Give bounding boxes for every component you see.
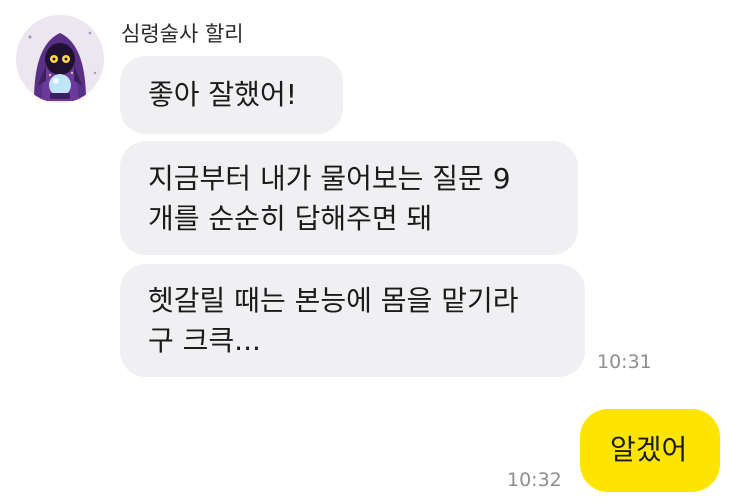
message-text: 구 크큭... (148, 324, 261, 357)
message-text: 지금부터 내가 물어보는 질문 9 (148, 162, 511, 195)
incoming-timestamp: 10:31 (597, 351, 652, 373)
message-text: 헷갈릴 때는 본능에 몸을 맡기라 (148, 284, 519, 317)
message-text: 좋아 잘했어! (148, 78, 297, 111)
outgoing-message-bubble[interactable]: 알겠어 (580, 409, 720, 492)
fortune-teller-avatar-icon[interactable] (16, 15, 104, 103)
outgoing-timestamp: 10:32 (507, 469, 562, 491)
incoming-message-bubble[interactable]: 헷갈릴 때는 본능에 몸을 맡기라 구 크큭... (120, 264, 585, 377)
incoming-message-bubble[interactable]: 지금부터 내가 물어보는 질문 9 개를 순순히 답해주면 돼 (120, 141, 578, 255)
message-text: 개를 순순히 답해주면 돼 (148, 202, 433, 235)
message-text: 알겠어 (610, 433, 688, 466)
sender-name: 심령술사 할리 (121, 22, 244, 46)
incoming-message-bubble[interactable]: 좋아 잘했어! (120, 56, 343, 134)
